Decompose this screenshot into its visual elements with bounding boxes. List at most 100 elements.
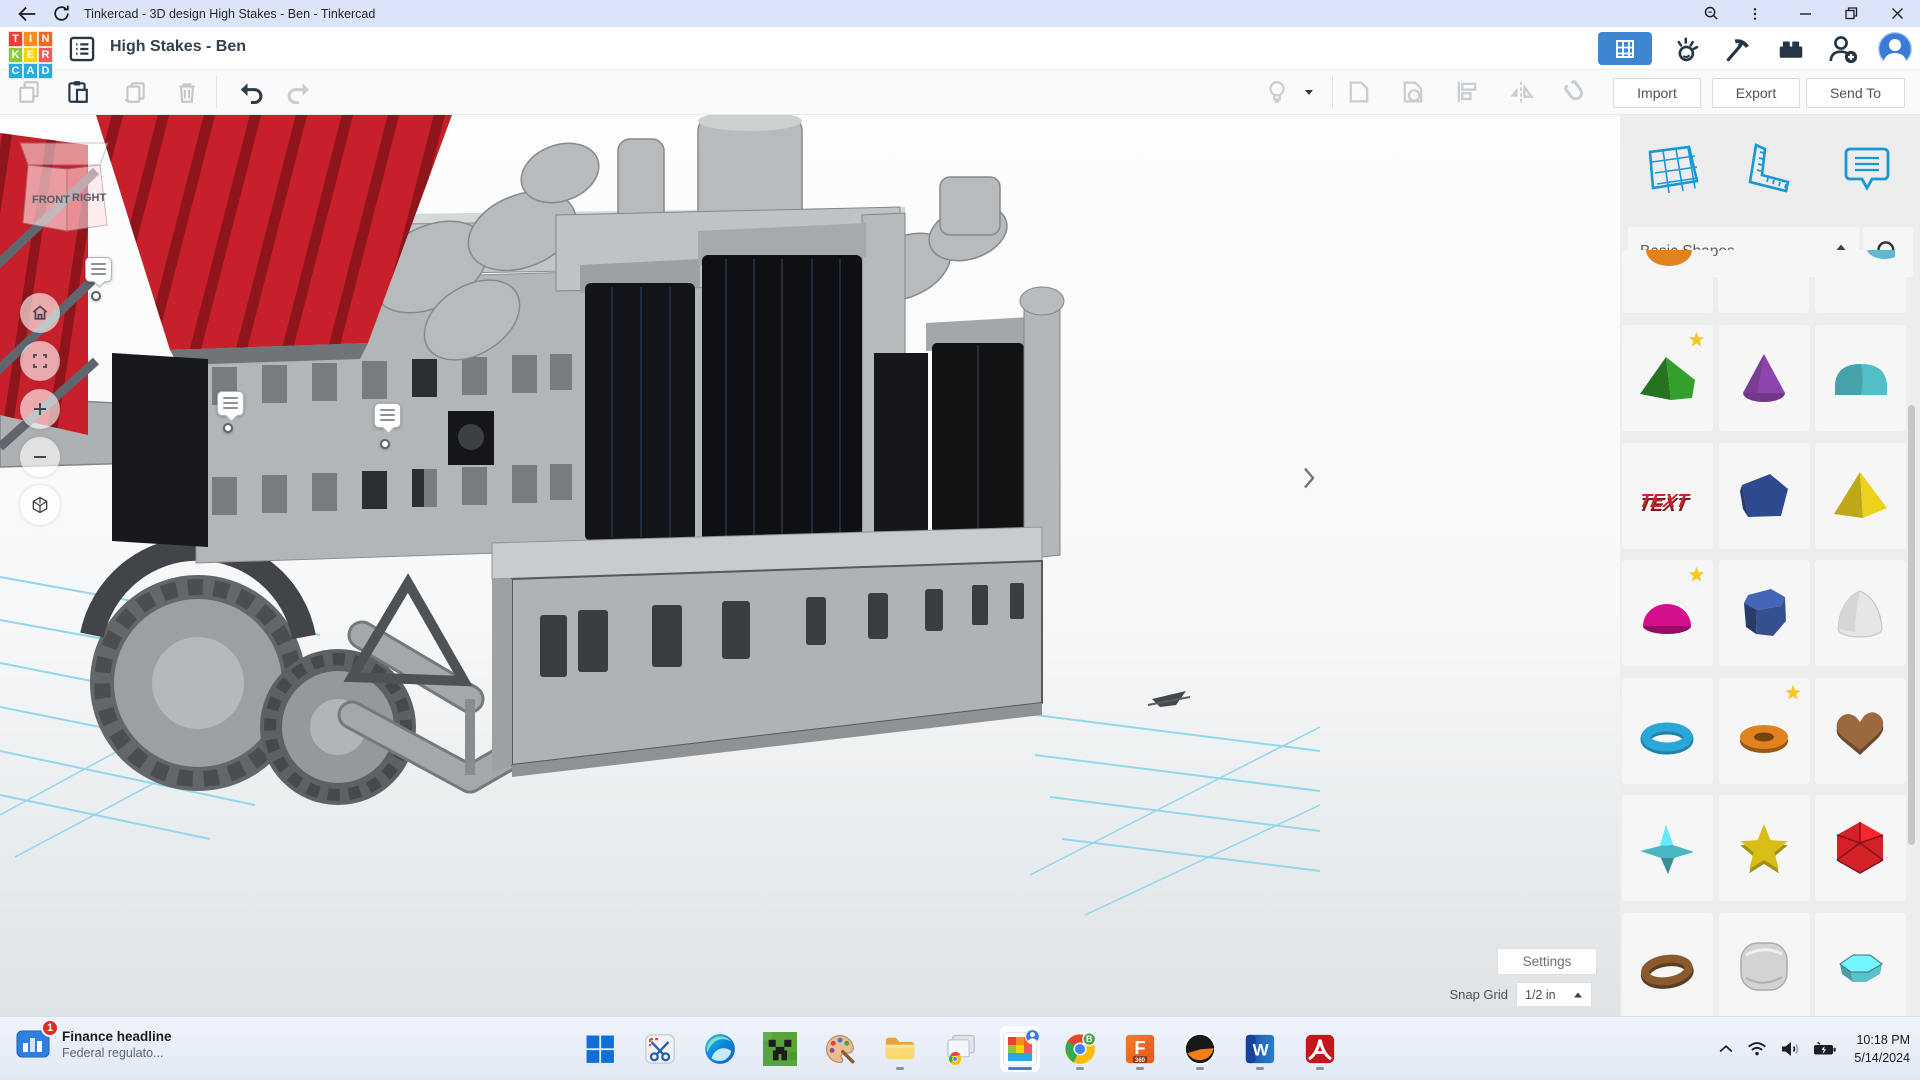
- shape-tile-hexagonal-prism[interactable]: [1719, 560, 1810, 666]
- taskbar-app-tinkercad[interactable]: [1000, 1026, 1040, 1072]
- mirror-button[interactable]: [1506, 77, 1536, 107]
- shape-tile-torus-thin[interactable]: [1622, 678, 1713, 784]
- shape-tile-icosahedron[interactable]: [1815, 795, 1906, 901]
- comment-pin-anchor[interactable]: [380, 439, 390, 449]
- settings-button[interactable]: Settings: [1497, 948, 1597, 975]
- shape-tile-ring[interactable]: [1622, 913, 1713, 1017]
- shape-tile-round-roof[interactable]: [1815, 325, 1906, 431]
- taskbar-app-explorer[interactable]: [880, 1026, 920, 1072]
- shape-tile-polygon[interactable]: [1719, 443, 1810, 549]
- taskbar-app-round-dark[interactable]: [1180, 1026, 1220, 1072]
- shape-tile-partial[interactable]: [1622, 250, 1713, 313]
- comment-pin[interactable]: [374, 403, 401, 428]
- shape-tile-star[interactable]: [1719, 795, 1810, 901]
- view-cube-front-label[interactable]: FRONT: [32, 194, 70, 206]
- taskbar-app-paint[interactable]: [820, 1026, 860, 1072]
- shape-tile-cone[interactable]: [1719, 325, 1810, 431]
- taskbar-app-minecraft[interactable]: [760, 1026, 800, 1072]
- comment-pin[interactable]: [85, 257, 112, 282]
- duplicate-button[interactable]: [120, 77, 150, 107]
- shape-tile-pyramid[interactable]: [1815, 443, 1906, 549]
- shape-tile-partial[interactable]: [1815, 250, 1906, 313]
- model-dark-panel[interactable]: [112, 353, 208, 547]
- tray-chevron-icon[interactable]: [1716, 1039, 1736, 1059]
- shape-tile-star-4pt[interactable]: [1622, 795, 1713, 901]
- shape-tile-half-sphere[interactable]: ★: [1622, 560, 1713, 666]
- designs-list-button[interactable]: [68, 35, 96, 63]
- view-cube[interactable]: FRONT RIGHT: [12, 141, 118, 237]
- shape-tile-heart[interactable]: [1815, 678, 1906, 784]
- window-minimize-button[interactable]: [1782, 0, 1828, 27]
- volume-icon[interactable]: [1778, 1037, 1802, 1061]
- 3d-viewport[interactable]: FRONT RIGHT Settings Snap Grid 1/2 in: [0, 115, 1620, 1016]
- export-button[interactable]: Export: [1712, 78, 1800, 108]
- text-shape-icon: TEXTTEXT: [1632, 461, 1702, 531]
- battery-charging-icon[interactable]: [1812, 1036, 1838, 1062]
- redo-button[interactable]: [284, 77, 314, 107]
- comment-pin[interactable]: [217, 391, 244, 416]
- paste-button[interactable]: [62, 77, 92, 107]
- shape-tile-washer[interactable]: ★: [1719, 678, 1810, 784]
- chrome-icon: B: [1063, 1032, 1097, 1066]
- taskbar-clock[interactable]: 10:18 PM 5/14/2024: [1854, 1031, 1910, 1067]
- blocks-pickaxe-button[interactable]: [1722, 32, 1756, 66]
- shape-tile-gem[interactable]: [1815, 913, 1906, 1017]
- browser-back-button[interactable]: [14, 3, 40, 25]
- zoom-in-button[interactable]: [20, 389, 60, 429]
- fit-view-button[interactable]: [20, 341, 60, 381]
- dashboard-grid-button[interactable]: [1598, 32, 1652, 65]
- panel-scrollbar[interactable]: [1908, 405, 1915, 845]
- notes-tool-button[interactable]: [1836, 137, 1898, 199]
- workplane-tool-button[interactable]: [1642, 137, 1704, 199]
- back-arrow-icon: [16, 3, 38, 25]
- delete-button[interactable]: [172, 77, 202, 107]
- shape-tile-roof[interactable]: ★: [1622, 325, 1713, 431]
- comment-pin-anchor[interactable]: [91, 291, 101, 301]
- bricks-button[interactable]: [1774, 32, 1808, 66]
- taskbar-app-edge[interactable]: [700, 1026, 740, 1072]
- profile-avatar[interactable]: [1878, 32, 1912, 66]
- 3d-scene-canvas[interactable]: [0, 115, 1620, 1016]
- shape-tile-paraboloid[interactable]: [1815, 560, 1906, 666]
- taskbar-app-start[interactable]: [580, 1026, 620, 1072]
- send-to-button[interactable]: Send To: [1806, 78, 1905, 108]
- magnet-button[interactable]: [1560, 77, 1590, 107]
- browser-reload-button[interactable]: [48, 3, 74, 25]
- view-cube-right-label[interactable]: RIGHT: [72, 192, 107, 204]
- ruler-tool-button[interactable]: [1739, 137, 1801, 199]
- shape-tile-partial[interactable]: [1718, 250, 1809, 313]
- home-view-button[interactable]: [20, 293, 60, 333]
- show-all-dropdown[interactable]: [1298, 77, 1320, 107]
- model-black-cylinder[interactable]: [585, 283, 695, 541]
- ungroup-button[interactable]: [1398, 77, 1428, 107]
- align-button[interactable]: [1452, 77, 1482, 107]
- chevron-right-icon: [1303, 467, 1315, 489]
- taskbar-app-chrome[interactable]: B: [1060, 1026, 1100, 1072]
- panel-collapse-chevron[interactable]: [1298, 463, 1320, 493]
- zoom-out-button[interactable]: [20, 437, 60, 477]
- browser-zoom-button[interactable]: [1698, 3, 1724, 25]
- taskbar-app-word[interactable]: W: [1240, 1026, 1280, 1072]
- show-all-button[interactable]: [1262, 77, 1292, 107]
- wifi-icon[interactable]: [1746, 1038, 1768, 1060]
- shape-tile-rounded-cube[interactable]: [1719, 913, 1810, 1017]
- taskbar-app-snipping[interactable]: [640, 1026, 680, 1072]
- sim-lab-button[interactable]: [1670, 32, 1704, 66]
- taskbar-app-fusion360[interactable]: F360: [1120, 1026, 1160, 1072]
- comment-pin-anchor[interactable]: [223, 423, 233, 433]
- window-close-button[interactable]: [1874, 0, 1920, 27]
- taskbar-app-chrome-window[interactable]: [940, 1026, 980, 1072]
- window-restore-button[interactable]: [1828, 0, 1874, 27]
- group-button[interactable]: [1344, 77, 1374, 107]
- import-button[interactable]: Import: [1613, 78, 1701, 108]
- taskbar-app-acrobat[interactable]: [1300, 1026, 1340, 1072]
- perspective-toggle-button[interactable]: [20, 485, 60, 525]
- browser-menu-button[interactable]: [1742, 3, 1768, 25]
- shape-tile-text[interactable]: TEXTTEXT: [1622, 443, 1713, 549]
- small-model-part[interactable]: [1148, 691, 1190, 707]
- copy-button[interactable]: [14, 77, 44, 107]
- undo-button[interactable]: [236, 77, 266, 107]
- tinkercad-logo[interactable]: TINKERCAD: [8, 31, 53, 79]
- invite-person-button[interactable]: [1826, 32, 1860, 66]
- snap-grid-select[interactable]: 1/2 in: [1516, 982, 1592, 1007]
